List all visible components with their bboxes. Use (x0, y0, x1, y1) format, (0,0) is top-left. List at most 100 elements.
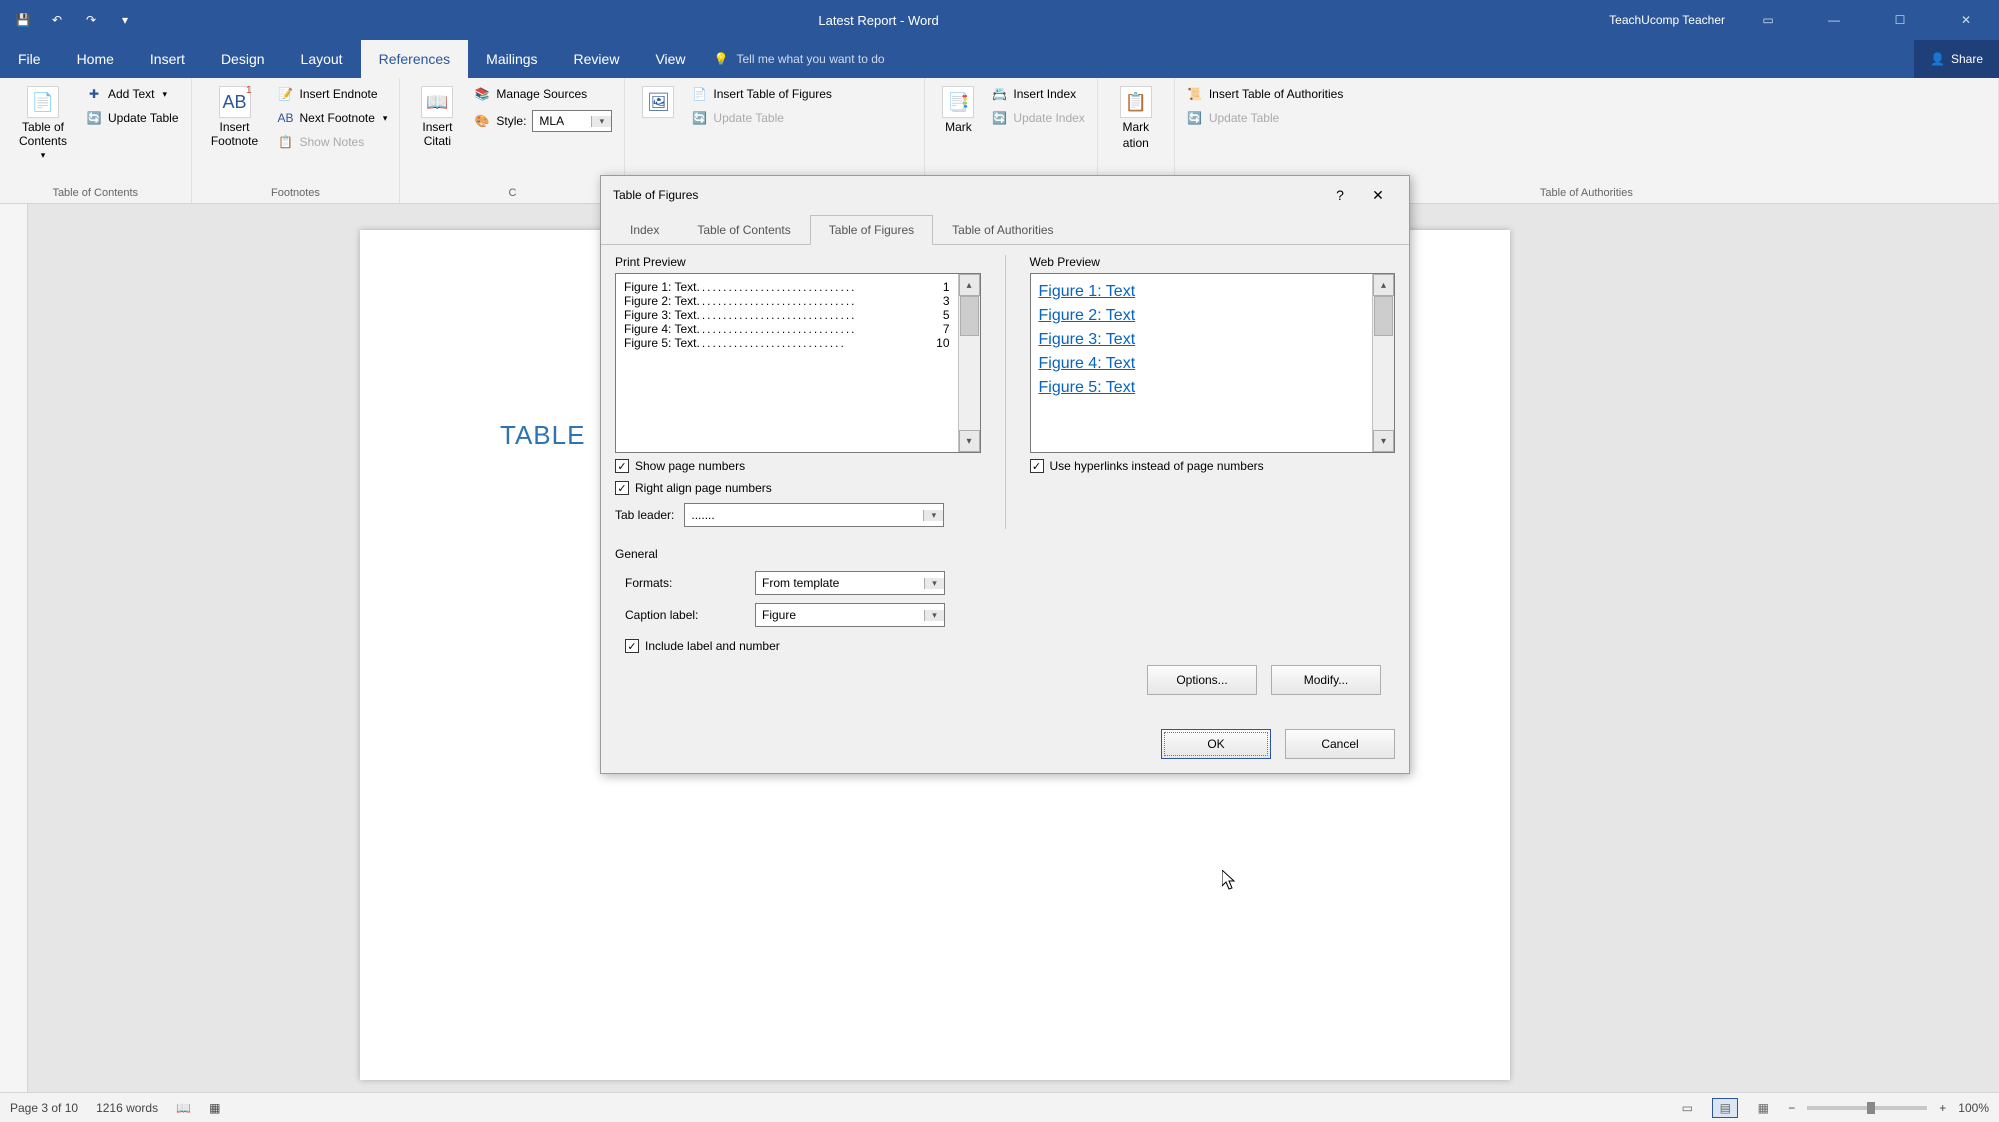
print-layout-icon[interactable]: ▤ (1712, 1098, 1738, 1118)
insert-footnote-button[interactable]: AB1 Insert Footnote (200, 82, 270, 152)
dialog-help-icon[interactable]: ? (1321, 180, 1359, 210)
checkbox-checked-icon: ✓ (615, 459, 629, 473)
update-icon: 🔄 (1187, 110, 1203, 126)
zoom-out-icon[interactable]: − (1788, 1101, 1795, 1115)
group-footnotes: AB1 Insert Footnote 📝Insert Endnote ABNe… (192, 78, 401, 203)
tab-file[interactable]: File (0, 40, 59, 78)
undo-icon[interactable]: ↶ (44, 7, 70, 33)
tab-view[interactable]: View (637, 40, 703, 78)
toc-button[interactable]: 📄 Table of Contents ▾ (8, 82, 78, 165)
style-icon: 🎨 (474, 113, 490, 129)
page-heading: TABLE (500, 420, 585, 451)
show-notes-icon: 📋 (278, 134, 294, 150)
tab-home[interactable]: Home (59, 40, 132, 78)
page-indicator[interactable]: Page 3 of 10 (10, 1101, 78, 1115)
table-of-figures-dialog: Table of Figures ? ✕ Index Table of Cont… (600, 175, 1410, 774)
chevron-down-icon: ▾ (41, 150, 46, 161)
web-layout-icon[interactable]: ▦ (1750, 1098, 1776, 1118)
insert-endnote-button[interactable]: 📝Insert Endnote (274, 84, 392, 104)
cancel-button[interactable]: Cancel (1285, 729, 1395, 759)
vertical-ruler[interactable] (0, 204, 28, 1092)
tab-mailings[interactable]: Mailings (468, 40, 555, 78)
share-button[interactable]: 👤 Share (1914, 40, 1999, 78)
group-label-footnotes: Footnotes (200, 185, 392, 201)
zoom-slider[interactable] (1807, 1106, 1927, 1110)
web-preview-section: Web Preview Figure 1: Text Figure 2: Tex… (1030, 255, 1396, 529)
update-index-button[interactable]: 🔄Update Index (987, 108, 1088, 128)
update-icon: 🔄 (691, 110, 707, 126)
include-label-checkbox[interactable]: ✓ Include label and number (615, 637, 1395, 655)
quick-access-toolbar: 💾 ↶ ↷ ▾ (0, 7, 148, 33)
save-icon[interactable]: 💾 (10, 7, 36, 33)
share-icon: 👤 (1930, 52, 1945, 66)
tell-me-search[interactable]: 💡 Tell me what you want to do (704, 40, 895, 78)
zoom-level[interactable]: 100% (1958, 1101, 1989, 1115)
update-toc-button[interactable]: 🔄Update Table (82, 108, 183, 128)
show-page-numbers-checkbox[interactable]: ✓ Show page numbers (615, 457, 981, 475)
tab-insert[interactable]: Insert (132, 40, 203, 78)
manage-sources-button[interactable]: 📚Manage Sources (470, 84, 616, 104)
right-align-checkbox[interactable]: ✓ Right align page numbers (615, 479, 981, 497)
divider (1005, 255, 1006, 529)
group-toc: 📄 Table of Contents ▾ ✚Add Text▾ 🔄Update… (0, 78, 192, 203)
scroll-up-icon[interactable]: ▴ (959, 274, 980, 296)
word-count[interactable]: 1216 words (96, 1101, 158, 1115)
title-right: TeachUcomp Teacher ▭ — ☐ ✕ (1609, 5, 1999, 35)
insert-index-button[interactable]: 📇Insert Index (987, 84, 1088, 104)
modify-button[interactable]: Modify... (1271, 665, 1381, 695)
general-section: Formats: From template ▾ Caption label: … (615, 571, 1395, 627)
dialog-body: Print Preview Figure 1: Text............… (601, 245, 1409, 723)
print-preview-label: Print Preview (615, 255, 981, 269)
next-footnote-icon: AB (278, 110, 294, 126)
dialog-tab-index[interactable]: Index (611, 215, 678, 245)
caption-label-select[interactable]: Figure ▾ (755, 603, 945, 627)
style-selector[interactable]: 🎨 Style: MLA▾ (470, 108, 616, 134)
spell-check-icon[interactable]: 📖 (176, 1101, 191, 1115)
dialog-tab-tof[interactable]: Table of Figures (810, 215, 933, 245)
close-icon[interactable]: ✕ (1943, 5, 1989, 35)
user-name: TeachUcomp Teacher (1609, 13, 1725, 27)
group-label-toc: Table of Contents (8, 185, 183, 201)
use-hyperlinks-checkbox[interactable]: ✓ Use hyperlinks instead of page numbers (1030, 457, 1396, 475)
print-preview-box: Figure 1: Text..........................… (615, 273, 981, 453)
insert-tof-button[interactable]: 📄Insert Table of Figures (687, 84, 836, 104)
scroll-up-icon[interactable]: ▴ (1373, 274, 1394, 296)
tab-leader-select[interactable]: ....... ▾ (684, 503, 944, 527)
qat-customize-icon[interactable]: ▾ (112, 7, 138, 33)
scroll-down-icon[interactable]: ▾ (1373, 430, 1394, 452)
update-tof-button[interactable]: 🔄Update Table (687, 108, 836, 128)
dialog-title: Table of Figures (613, 188, 698, 202)
next-footnote-button[interactable]: ABNext Footnote▾ (274, 108, 392, 128)
tab-layout[interactable]: Layout (283, 40, 361, 78)
mark-entry-button[interactable]: 📑 Mark (933, 82, 983, 138)
manage-sources-icon: 📚 (474, 86, 490, 102)
scroll-down-icon[interactable]: ▾ (959, 430, 980, 452)
show-notes-button[interactable]: 📋Show Notes (274, 132, 392, 152)
tab-review[interactable]: Review (556, 40, 638, 78)
redo-icon[interactable]: ↷ (78, 7, 104, 33)
read-mode-icon[interactable]: ▭ (1674, 1098, 1700, 1118)
options-button[interactable]: Options... (1147, 665, 1257, 695)
mark-citation-button[interactable]: 📋 Mark ation (1106, 82, 1166, 154)
dialog-close-icon[interactable]: ✕ (1359, 180, 1397, 210)
insert-toa-button[interactable]: 📜Insert Table of Authorities (1183, 84, 1348, 104)
dialog-tab-toa[interactable]: Table of Authorities (933, 215, 1072, 245)
web-preview-box: Figure 1: Text Figure 2: Text Figure 3: … (1030, 273, 1396, 453)
insert-citation-button[interactable]: 📖 InsertCitati (408, 82, 466, 152)
dialog-tab-toc[interactable]: Table of Contents (678, 215, 809, 245)
ok-button[interactable]: OK (1161, 729, 1271, 759)
add-text-button[interactable]: ✚Add Text▾ (82, 84, 183, 104)
tab-design[interactable]: Design (203, 40, 283, 78)
formats-select[interactable]: From template ▾ (755, 571, 945, 595)
maximize-icon[interactable]: ☐ (1877, 5, 1923, 35)
zoom-in-icon[interactable]: + (1939, 1101, 1946, 1115)
update-toa-button[interactable]: 🔄Update Table (1183, 108, 1348, 128)
minimize-icon[interactable]: — (1811, 5, 1857, 35)
tab-references[interactable]: References (361, 40, 469, 78)
macro-icon[interactable]: ▦ (209, 1101, 220, 1115)
checkbox-checked-icon: ✓ (615, 481, 629, 495)
print-preview-scrollbar[interactable]: ▴ ▾ (958, 274, 980, 452)
web-preview-scrollbar[interactable]: ▴ ▾ (1372, 274, 1394, 452)
ribbon-display-icon[interactable]: ▭ (1745, 5, 1791, 35)
insert-caption-button[interactable]: 🖼 (633, 82, 683, 122)
